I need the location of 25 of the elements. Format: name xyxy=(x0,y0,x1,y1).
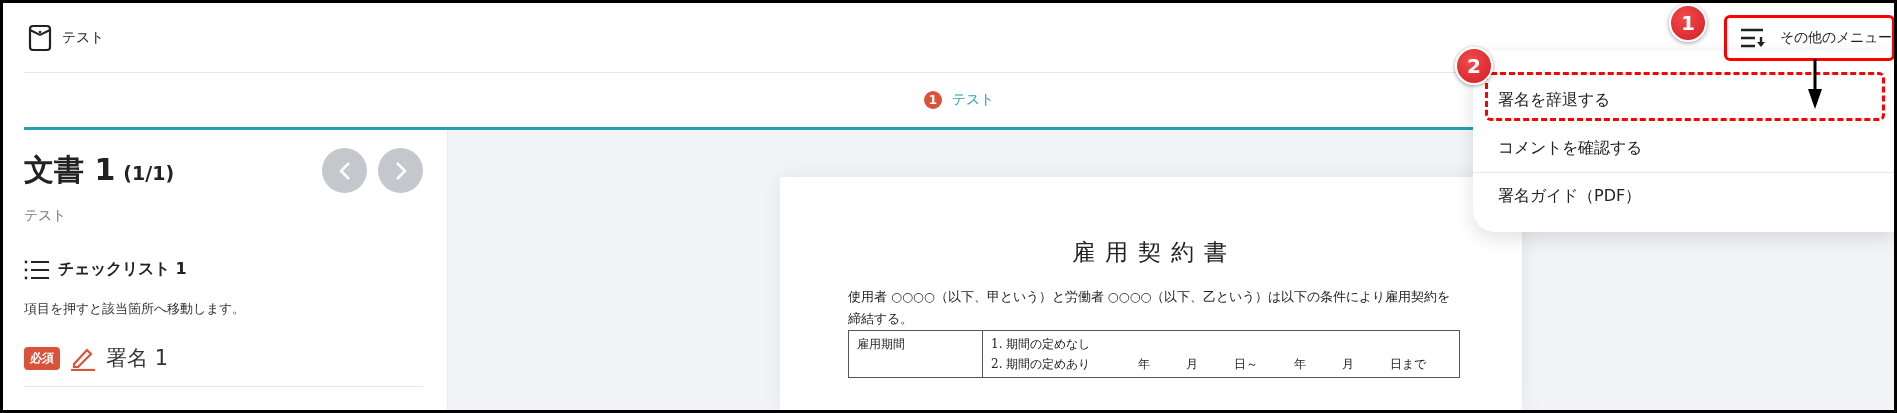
tab[interactable]: 1 テスト xyxy=(924,91,994,109)
sort-down-icon xyxy=(1740,27,1768,48)
next-button[interactable] xyxy=(378,148,423,193)
menu-item[interactable]: コメントを確認する xyxy=(1473,124,1894,172)
required-badge: 必須 xyxy=(24,346,60,370)
envelope-icon xyxy=(28,23,52,52)
step-marker: 2 xyxy=(1455,47,1493,85)
app-title: テスト xyxy=(62,28,104,47)
page-paragraph: 使用者 ○○○○（以下、甲という）と労働者 ○○○○（以下、乙という）は以下の条件により雇用契約を締結する。 xyxy=(848,288,1452,328)
list-icon xyxy=(24,259,50,280)
checklist-hint: 項目を押すと該当箇所へ移動します。 xyxy=(24,300,246,318)
menu-item[interactable]: 署名ガイド（PDF） xyxy=(1473,172,1894,220)
checklist-item[interactable]: 署名 1 xyxy=(106,344,169,372)
table-line: 2. 期間の定めあり 年 月 日～ 年 月 日まで xyxy=(991,356,1428,373)
document-subtitle: テスト xyxy=(24,207,67,225)
page-title: 雇用契約書 xyxy=(1070,238,1238,267)
more-menu-button[interactable]: その他のメニュー xyxy=(1740,27,1894,48)
number-badge: 1 xyxy=(924,91,942,109)
previous-button[interactable] xyxy=(322,148,367,193)
document-title: 文書 1 (1/1) xyxy=(24,151,175,189)
table-line: 1. 期間の定めなし xyxy=(991,336,1092,353)
step-marker: 1 xyxy=(1669,4,1707,42)
table-cell: 雇用期間 xyxy=(848,330,983,378)
checklist-title: チェックリスト 1 xyxy=(58,259,187,280)
arrow-icon xyxy=(1807,59,1823,109)
